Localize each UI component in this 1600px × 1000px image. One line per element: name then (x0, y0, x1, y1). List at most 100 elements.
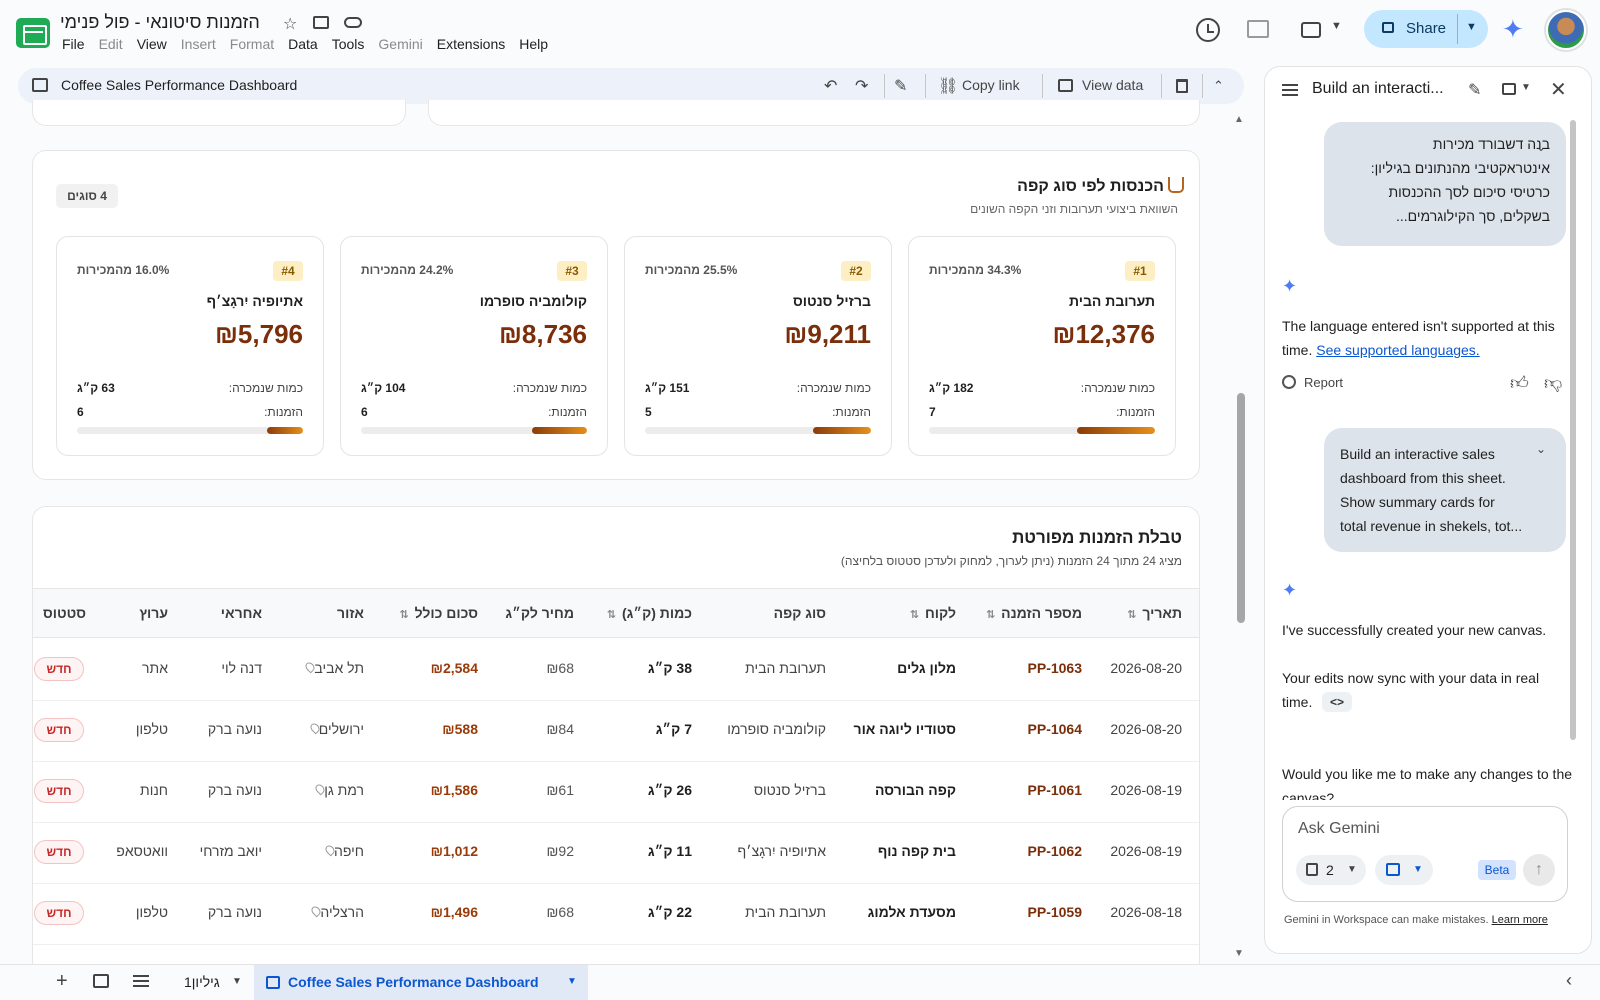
cell-customer[interactable]: מלון גלים (897, 660, 956, 676)
cell-coffee[interactable]: אתיופיה יִרגָצ׳ף (738, 843, 826, 859)
cell-region[interactable]: ירושלים (305, 721, 364, 737)
thumbs-down-icon[interactable]: 👎︎ (1544, 372, 1562, 394)
edit-icon[interactable]: ✎ (894, 76, 907, 96)
cell-qty[interactable]: 7 ק״ג (656, 721, 692, 737)
cell-order-id[interactable]: PP-1062 (1028, 843, 1082, 859)
product-card[interactable]: #3 24.2% מהמכירות קולומביה סופרמו ₪8,736 כמו… (340, 236, 608, 456)
cell-customer[interactable]: בית קפה נוף (878, 843, 956, 859)
cell-date[interactable]: 2026-08-19 (1110, 782, 1182, 798)
cell-total[interactable]: ₪1,012 (431, 843, 478, 859)
cell-customer[interactable]: מסעדת אלמוג (868, 904, 956, 920)
menu-data[interactable]: Data (288, 36, 318, 52)
trash-icon[interactable] (1176, 79, 1188, 93)
cell-region[interactable]: רמת גן (310, 782, 364, 798)
menu-edit[interactable]: Edit (99, 36, 123, 52)
cell-channel[interactable]: חנות (140, 782, 168, 798)
cell-order-id[interactable]: PP-1063 (1028, 660, 1082, 676)
move-folder-icon[interactable] (313, 16, 329, 29)
cell-region[interactable]: תל אביב (300, 660, 364, 676)
menu-gemini[interactable]: Gemini (378, 36, 422, 52)
sort-icon[interactable]: ⇅ (910, 609, 919, 621)
close-icon[interactable]: ✕ (1550, 77, 1567, 102)
menu-icon[interactable] (1282, 84, 1298, 96)
cell-coffee[interactable]: תערובת הבית (745, 660, 826, 676)
report-icon[interactable] (1282, 375, 1296, 389)
document-title[interactable]: הזמנות סיטונאי - פול פנימי (60, 12, 260, 33)
share-button-label[interactable]: Share (1406, 20, 1446, 37)
cell-price[interactable]: ₪68 (547, 904, 574, 920)
cell-region[interactable]: חיפה (320, 843, 364, 859)
status-badge[interactable]: חדש (34, 718, 84, 742)
menu-extensions[interactable]: Extensions (437, 36, 505, 52)
chevron-down-icon[interactable]: ▼ (1331, 20, 1342, 32)
star-icon[interactable]: ☆ (283, 14, 297, 34)
cell-price[interactable]: ₪68 (547, 660, 574, 676)
panel-layout-icon[interactable] (1502, 83, 1516, 95)
version-history-icon[interactable] (1196, 18, 1220, 42)
expand-chevron-icon[interactable]: ⌄ (1536, 140, 1546, 154)
cell-channel[interactable]: טלפון (136, 721, 168, 737)
sort-icon[interactable]: ⇅ (986, 609, 995, 621)
status-badge[interactable]: חדש (34, 779, 84, 803)
table-icon[interactable] (1058, 79, 1073, 92)
column-header-qty[interactable]: כמות (ק״ג) ⇅ (607, 605, 692, 621)
report-button[interactable]: Report (1304, 375, 1343, 390)
meet-video-icon[interactable] (1301, 22, 1321, 38)
copy-link-button[interactable]: Copy link (962, 77, 1020, 93)
cell-channel[interactable]: טלפון (136, 904, 168, 920)
sheet-tab-1[interactable]: גיליון1 (184, 974, 220, 990)
cell-price[interactable]: ₪61 (547, 782, 574, 798)
column-header-order-id[interactable]: מספר הזמנה ⇅ (986, 605, 1082, 621)
cell-qty[interactable]: 38 ק״ג (648, 660, 692, 676)
cell-coffee[interactable]: תערובת הבית (745, 904, 826, 920)
cell-rep[interactable]: יואב מזרחי (200, 843, 262, 859)
chevron-down-icon[interactable]: ▼ (1347, 864, 1357, 875)
cell-total[interactable]: ₪2,584 (431, 660, 478, 676)
cell-qty[interactable]: 26 ק״ג (648, 782, 692, 798)
add-sheet-icon[interactable]: + (56, 970, 68, 993)
cell-coffee[interactable]: ברזיל סנטוס (754, 782, 826, 798)
sheets-logo-icon[interactable] (16, 18, 50, 48)
redo-icon[interactable]: ↷ (855, 76, 868, 96)
undo-icon[interactable]: ↶ (824, 76, 837, 96)
cell-channel[interactable]: וואטסאפ (116, 843, 168, 859)
chevron-down-icon[interactable]: ▼ (1413, 864, 1423, 875)
product-card[interactable]: #1 34.3% מהמכירות תערובת הבית ₪12,376 כמות ש… (908, 236, 1176, 456)
menu-tools[interactable]: Tools (332, 36, 365, 52)
menu-insert[interactable]: Insert (181, 36, 216, 52)
cell-price[interactable]: ₪84 (547, 721, 574, 737)
cell-total[interactable]: ₪1,496 (431, 904, 478, 920)
cell-rep[interactable]: דנה לוי (221, 660, 262, 676)
chevron-up-icon[interactable]: ⌃ (1213, 78, 1224, 94)
view-data-button[interactable]: View data (1082, 77, 1143, 93)
cell-date[interactable]: 2026-08-20 (1110, 721, 1182, 737)
cell-rep[interactable]: נועה ברק (208, 782, 262, 798)
account-avatar[interactable] (1546, 10, 1586, 50)
sort-icon[interactable]: ⇅ (399, 609, 408, 621)
learn-more-link[interactable]: Learn more (1492, 914, 1548, 926)
canvas-scrollbar-thumb[interactable] (1237, 393, 1245, 623)
cell-price[interactable]: ₪92 (547, 843, 574, 859)
scroll-down-icon[interactable]: ▼ (1234, 948, 1244, 959)
chevron-down-icon[interactable]: ▼ (1521, 82, 1531, 93)
menu-help[interactable]: Help (519, 36, 548, 52)
menu-file[interactable]: File (62, 36, 85, 52)
cell-qty[interactable]: 22 ק״ג (648, 904, 692, 920)
ask-gemini-input[interactable]: Ask Gemini (1298, 820, 1380, 838)
cell-order-id[interactable]: PP-1061 (1028, 782, 1082, 798)
chevron-left-icon[interactable]: ‹ (1566, 970, 1572, 991)
cell-region[interactable]: הרצליה (306, 904, 364, 920)
cell-rep[interactable]: נועה ברק (208, 721, 262, 737)
product-card[interactable]: #4 16.0% מהמכירות אתיופיה יִרגָצ׳ף ₪5,796 כמ… (56, 236, 324, 456)
link-icon[interactable]: ⛓ (938, 76, 958, 96)
column-header-date[interactable]: תאריך ⇅ (1127, 605, 1182, 621)
cell-date[interactable]: 2026-08-19 (1110, 843, 1182, 859)
share-options-chevron-icon[interactable]: ▼ (1466, 21, 1477, 33)
code-view-chip[interactable]: <> (1322, 692, 1352, 712)
gemini-sparkle-icon[interactable]: ✦ (1502, 14, 1524, 45)
status-badge[interactable]: חדש (34, 840, 84, 864)
menu-format[interactable]: Format (230, 36, 274, 52)
column-header-customer[interactable]: לקוח ⇅ (910, 605, 956, 621)
status-badge[interactable]: חדש (34, 901, 84, 925)
cell-qty[interactable]: 11 ק״ג (648, 843, 692, 859)
